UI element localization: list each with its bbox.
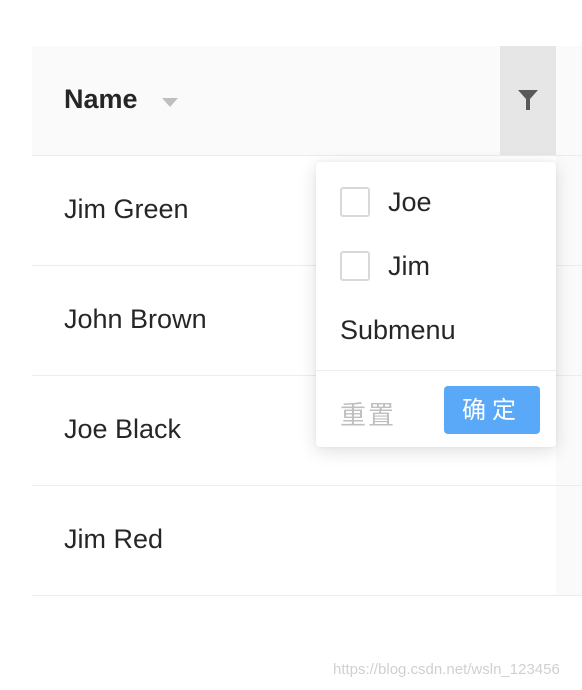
name-cell: Joe Black [64,414,182,444]
filter-funnel-icon [518,90,538,110]
submenu-label: Submenu [340,314,456,345]
dropdown-divider [316,370,556,371]
table-header: Name [32,46,582,156]
filter-column-cell [556,266,582,375]
filter-checkbox[interactable] [340,187,370,217]
watermark: https://blog.csdn.net/wsln_123456 [333,661,560,678]
filter-dropdown: Joe Jim Submenu 重置 确定 [316,162,556,447]
filter-submenu[interactable]: Submenu [340,310,456,350]
name-cell: Jim Green [64,194,189,224]
table-row: Jim Red [32,486,582,596]
filter-column-cell [556,156,582,265]
reset-button[interactable]: 重置 [340,395,396,432]
filter-trigger-button[interactable] [500,46,556,155]
filter-column-cell [556,486,582,595]
name-cell: John Brown [64,304,207,334]
column-title-name: Name [64,84,138,114]
confirm-button[interactable]: 确定 [444,386,540,434]
caret-down-icon[interactable] [162,98,178,107]
filter-column-cell [556,376,582,485]
filter-option-jim[interactable]: Jim [340,246,430,286]
filter-option-joe[interactable]: Joe [340,182,432,222]
filter-option-label: Jim [388,250,430,281]
filter-checkbox[interactable] [340,251,370,281]
name-cell: Jim Red [64,524,164,554]
filter-option-label: Joe [388,186,432,217]
